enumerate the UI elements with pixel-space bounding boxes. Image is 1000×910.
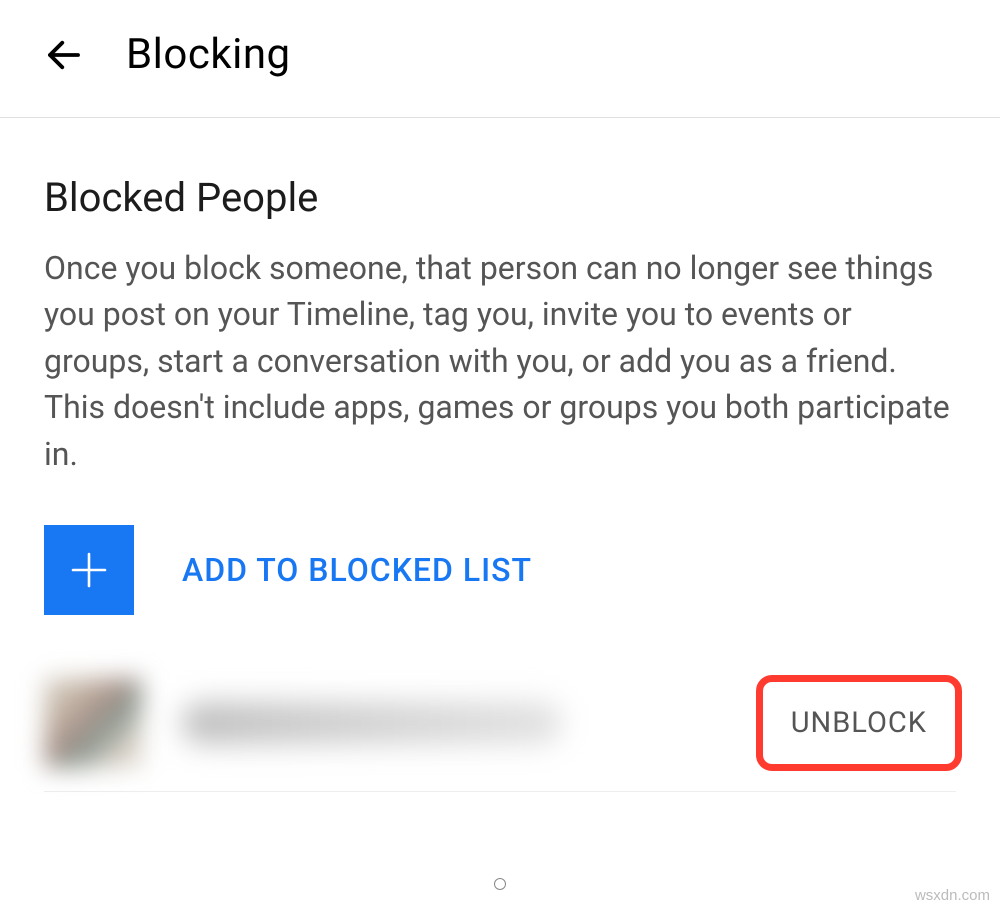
watermark: wsxdn.com <box>915 887 990 904</box>
arrow-left-icon <box>43 34 85 76</box>
highlight-annotation: UNBLOCK <box>756 675 962 771</box>
page-title: Blocking <box>126 30 291 79</box>
plus-icon-button[interactable] <box>44 525 134 615</box>
plus-icon <box>65 546 113 594</box>
section-title: Blocked People <box>44 174 956 221</box>
page-indicator-dot <box>494 878 506 890</box>
content-area: Blocked People Once you block someone, t… <box>0 118 1000 792</box>
add-to-blocked-list-button[interactable]: ADD TO BLOCKED LIST <box>44 525 956 615</box>
add-to-blocked-list-label: ADD TO BLOCKED LIST <box>182 551 532 589</box>
section-description: Once you block someone, that person can … <box>44 245 956 477</box>
avatar <box>44 678 142 768</box>
back-button[interactable] <box>40 31 88 79</box>
unblock-button[interactable]: UNBLOCK <box>767 686 951 760</box>
blocked-user-name <box>182 702 562 744</box>
blocked-user-row: UNBLOCK <box>44 659 956 792</box>
page-header: Blocking <box>0 0 1000 118</box>
